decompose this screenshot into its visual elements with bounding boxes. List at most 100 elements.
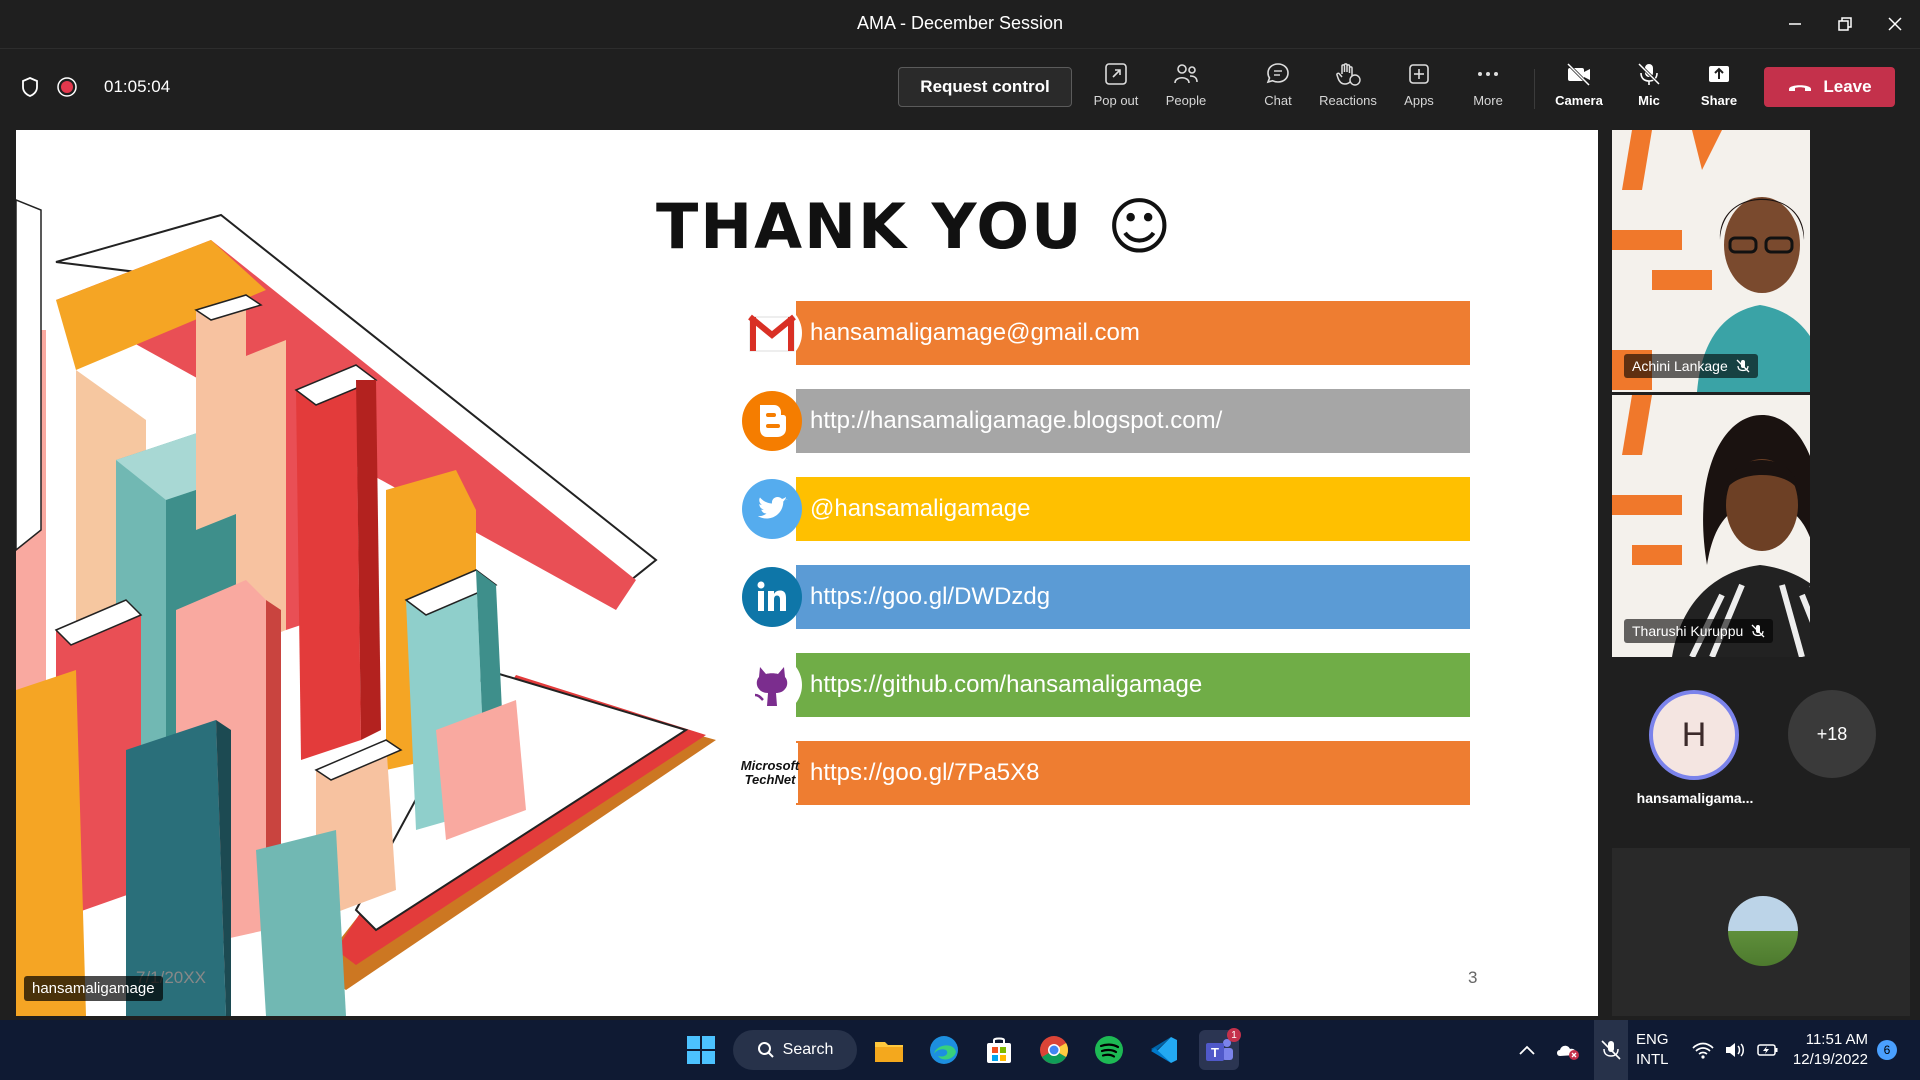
apps-icon [1409,64,1429,84]
window-title: AMA - December Session [856,13,1064,33]
gmail-icon [742,303,802,363]
minimize-icon [1789,23,1801,25]
meeting-toolbar: 01:05:04 Request control Pop out People … [0,48,1920,129]
edge-button[interactable] [924,1030,964,1070]
spotify-icon [1095,1036,1123,1064]
contact-github-bar: https://github.com/hansamaligamage [796,653,1470,717]
contact-twitter-bar: @hansamaligamage [796,477,1470,541]
input-language[interactable]: ENG INTL [1636,1030,1669,1070]
contact-row-blog: http://hansamaligamage.blogspot.com/ [742,388,1484,454]
slide-page-number: 3 [1468,968,1478,987]
chat-icon [1266,63,1289,84]
teams-notification-badge: 1 [1227,1028,1241,1042]
chevron-up-icon [1519,1045,1535,1055]
more-participants-button[interactable]: +18 [1788,690,1876,778]
blogger-icon [742,391,802,451]
onedrive-button[interactable] [1554,1020,1580,1080]
contact-row-email: hansamaligamage@gmail.com [742,300,1484,366]
system-clock[interactable]: 11:51 AM 12/19/2022 [1788,1030,1868,1070]
presenter-name: hansamaligamage [24,976,163,1001]
participant-label-achini: Achini Lankage [1624,354,1758,378]
start-button[interactable] [681,1030,721,1070]
request-control-button[interactable]: Request control [898,67,1072,107]
show-hidden-icons-button[interactable] [1518,1020,1536,1080]
clock-time: 11:51 AM [1805,1031,1868,1048]
participant-name: Tharushi Kuruppu [1632,623,1744,639]
restore-button[interactable] [1825,10,1865,38]
leave-button[interactable]: Leave [1764,67,1895,107]
camera-button[interactable]: Camera [1544,61,1614,121]
language-code: ENG [1636,1031,1669,1048]
slide-title: THANK YOU ☺ [656,190,1174,263]
taskbar-mic-button[interactable] [1594,1020,1628,1080]
linkedin-icon [742,567,802,627]
technet-icon: Microsoft TechNet [741,743,799,803]
camera-label: Camera [1555,93,1603,108]
popout-label: Pop out [1093,93,1139,108]
people-icon [1174,64,1198,84]
toolbar-divider [1534,69,1535,109]
cloud-icon [1557,1045,1579,1060]
title-bar: AMA - December Session [0,0,1920,48]
hangup-icon [1789,85,1812,91]
mic-button[interactable]: Mic [1614,61,1684,121]
search-label: Search [782,1041,834,1058]
taskbar-search[interactable]: Search [733,1030,857,1070]
participant-label-tharushi: Tharushi Kuruppu [1624,619,1774,643]
contact-technet-bar: https://goo.gl/7Pa5X8 [796,741,1470,805]
recording-icon [57,77,77,97]
reactions-label: Reactions [1319,93,1377,108]
shared-slide: THANK YOU ☺ hansamaligamage@gmail.com ht… [16,130,1598,1016]
chat-label: Chat [1264,93,1292,108]
contact-row-twitter: @hansamaligamage [742,476,1484,542]
minimize-button[interactable] [1775,10,1815,38]
people-button[interactable]: People [1151,61,1221,121]
reactions-button[interactable]: Reactions [1312,61,1384,121]
participant-tile-tharushi[interactable]: NI Tharushi Kuruppu [1612,395,1810,657]
file-explorer-button[interactable] [869,1030,909,1070]
notification-count-badge[interactable]: 6 [1877,1040,1897,1060]
store-icon [987,1037,1011,1063]
isometric-city-illustration [16,199,716,1016]
windows-taskbar: Search T 1 ENG INTL 11:51 AM 12/19/2022 … [0,1020,1920,1080]
participant-video-achini: NI [1612,130,1810,392]
mic-muted-icon [1751,624,1765,638]
svg-text:T: T [1211,1045,1219,1060]
share-button[interactable]: Share [1684,61,1754,121]
participant-avatar-name: hansamaligama... [1636,790,1754,806]
reactions-icon [1336,63,1361,86]
contact-row-linkedin: https://goo.gl/DWDzdg [742,564,1484,630]
self-view-tile[interactable] [1612,848,1910,1016]
battery-charging-icon [1757,1044,1778,1056]
mic-muted-icon [1601,1040,1621,1060]
chrome-icon [1040,1036,1068,1064]
people-label: People [1165,93,1207,108]
share-label: Share [1700,93,1738,108]
participant-avatar-hansamaligamage[interactable]: H [1649,690,1739,780]
close-window-button[interactable] [1875,10,1915,38]
vscode-button[interactable] [1144,1030,1184,1070]
mic-label: Mic [1638,93,1660,108]
participant-name: Achini Lankage [1632,358,1728,374]
store-button[interactable] [979,1030,1019,1070]
contact-row-technet: https://goo.gl/7Pa5X8 Microsoft TechNet [741,740,1484,806]
popout-button[interactable]: Pop out [1081,61,1151,121]
apps-button[interactable]: Apps [1384,61,1454,121]
participant-tile-achini[interactable]: NI Achini Lankage [1612,130,1810,392]
close-icon [1888,17,1902,31]
popout-icon [1105,63,1127,85]
chat-button[interactable]: Chat [1243,61,1313,121]
clock-date: 12/19/2022 [1792,1051,1868,1068]
chrome-button[interactable] [1034,1030,1074,1070]
more-button[interactable]: More [1453,61,1523,121]
shield-icon [22,77,38,97]
share-icon [1709,66,1729,82]
vscode-icon [1151,1037,1177,1063]
quick-settings-button[interactable] [1692,1020,1780,1080]
participant-video-tharushi: NI [1612,395,1810,657]
contact-blog-bar: http://hansamaligamage.blogspot.com/ [796,389,1470,453]
meeting-timer: 01:05:04 [104,77,171,96]
spotify-button[interactable] [1089,1030,1129,1070]
leave-label: Leave [1823,77,1872,96]
teams-button[interactable]: T 1 [1199,1028,1241,1070]
